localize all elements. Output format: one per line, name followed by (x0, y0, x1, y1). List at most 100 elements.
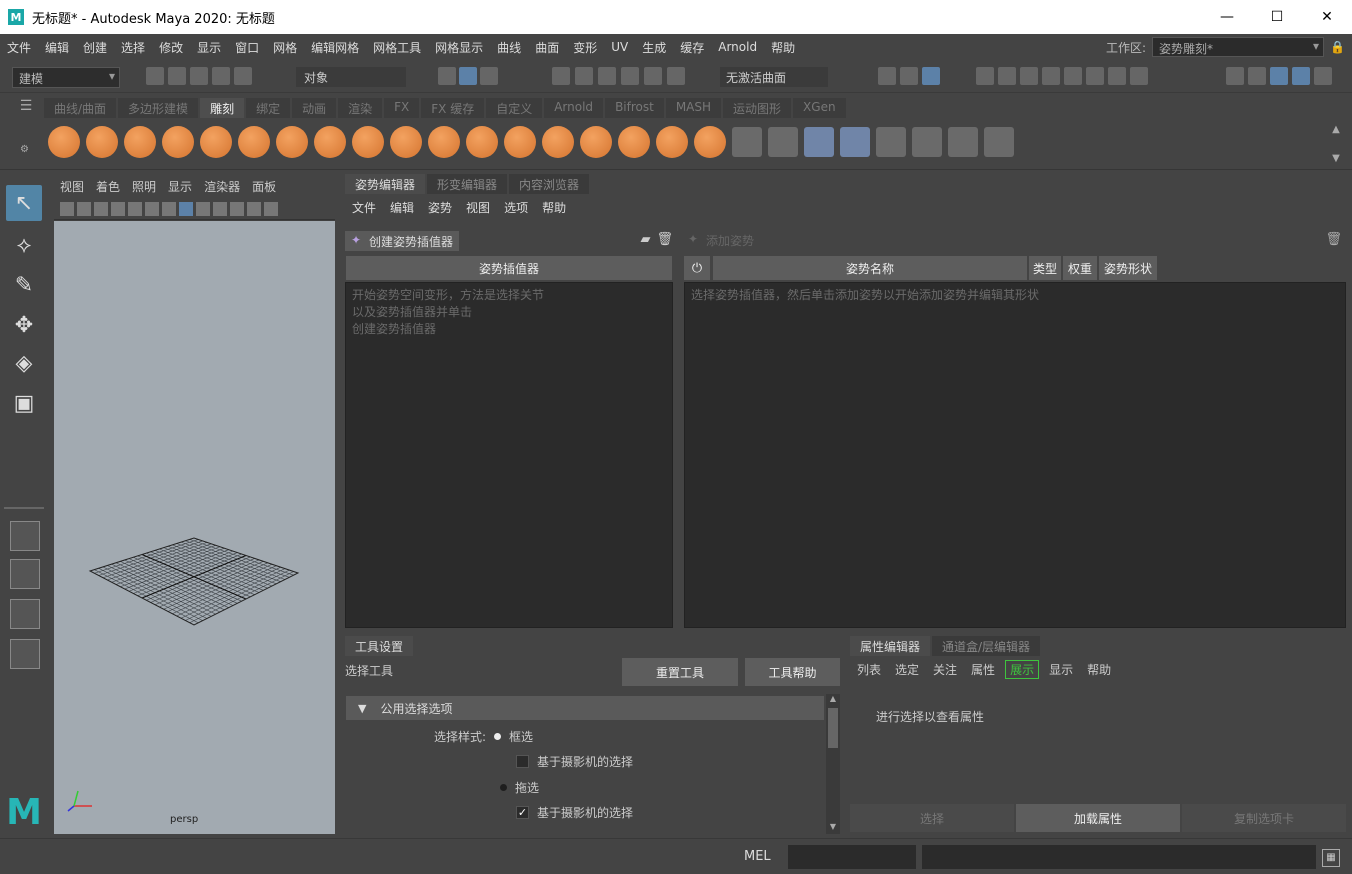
pe-menu-view[interactable]: 视图 (459, 199, 497, 216)
pe-menu-edit[interactable]: 编辑 (383, 199, 421, 216)
menu-help[interactable]: 帮助 (764, 39, 802, 56)
camera-attributes-icon[interactable] (77, 201, 91, 216)
grease-pencil-icon[interactable] (128, 201, 142, 216)
tool-settings-scrollbar[interactable]: ▲ ▼ (826, 694, 840, 834)
spray-tool-icon[interactable] (314, 126, 346, 158)
snap-pivot-icon[interactable] (667, 67, 685, 85)
selection-mode-field[interactable]: 对象 (296, 67, 406, 87)
knife-tool-icon[interactable] (542, 126, 574, 158)
object-mode-icon[interactable] (459, 67, 477, 85)
add-pose-button[interactable]: ✦ 添加姿势 (684, 230, 760, 251)
hierarchy-mode-icon[interactable] (438, 67, 456, 85)
snap-grid-icon[interactable] (552, 67, 570, 85)
menu-edit-mesh[interactable]: 编辑网格 (304, 39, 366, 56)
interpolator-column-header[interactable]: 姿势插值器 (346, 256, 672, 280)
load-attributes-button[interactable]: 加载属性 (1016, 804, 1180, 832)
shelf-tab-fx[interactable]: FX (384, 98, 420, 118)
menu-uv[interactable]: UV (604, 40, 635, 54)
tool-help-button[interactable]: 工具帮助 (745, 658, 840, 686)
lights-icon[interactable] (230, 201, 244, 216)
vp-menu-lighting[interactable]: 照明 (126, 178, 162, 195)
shelf-tab-motion-graphics[interactable]: 运动图形 (723, 98, 792, 118)
menu-create[interactable]: 创建 (76, 39, 114, 56)
mesh-dot-icon[interactable] (732, 127, 762, 157)
copy-tab-button[interactable]: 复制选项卡 (1182, 804, 1346, 832)
menu-cache[interactable]: 缓存 (673, 39, 711, 56)
column-pose-name[interactable]: 姿势名称 (713, 256, 1027, 280)
shelf-tab-sculpting[interactable]: 雕刻 (200, 98, 245, 118)
relax-tool-icon[interactable] (124, 126, 156, 158)
shelf-tab-custom[interactable]: 自定义 (486, 98, 543, 118)
menu-curves[interactable]: 曲线 (490, 39, 528, 56)
open-scene-icon[interactable] (168, 67, 186, 85)
textured-icon[interactable] (213, 201, 227, 216)
menu-windows[interactable]: 窗口 (228, 39, 266, 56)
menu-display[interactable]: 显示 (190, 39, 228, 56)
outliner-layout-icon[interactable] (10, 639, 40, 669)
vp-menu-shading[interactable]: 着色 (90, 178, 126, 195)
pe-menu-options[interactable]: 选项 (497, 199, 535, 216)
shelf-options-icon[interactable]: ⚙ (20, 144, 29, 155)
reset-tool-button[interactable]: 重置工具 (622, 658, 738, 686)
snap-point-icon[interactable] (598, 67, 616, 85)
viewport-scene[interactable]: persp (54, 221, 335, 834)
repeat-tool-icon[interactable] (352, 126, 384, 158)
menu-set-dropdown[interactable]: 建模 (12, 67, 120, 88)
eraser-icon[interactable] (984, 127, 1014, 157)
minimize-button[interactable]: — (1202, 0, 1252, 34)
smooth-tool-icon[interactable] (86, 126, 118, 158)
scrape-tool-icon[interactable] (466, 126, 498, 158)
ipr-render-icon[interactable] (1020, 67, 1038, 85)
four-view-layout-icon[interactable] (10, 559, 40, 589)
pose-editor-icon[interactable] (804, 127, 834, 157)
tab-tool-settings[interactable]: 工具设置 (345, 636, 414, 656)
create-pose-interpolator-button[interactable]: ✦ 创建姿势插值器 (345, 231, 460, 251)
light-editor-icon[interactable] (1108, 67, 1126, 85)
script-editor-icon[interactable]: ▦ (1322, 849, 1340, 867)
shelf-tab-arnold[interactable]: Arnold (544, 98, 604, 118)
vp-menu-renderer[interactable]: 渲染器 (198, 178, 246, 195)
menu-mesh[interactable]: 网格 (266, 39, 304, 56)
pe-menu-file[interactable]: 文件 (345, 199, 383, 216)
input-ops-icon[interactable] (878, 67, 896, 85)
menu-edit[interactable]: 编辑 (38, 39, 76, 56)
snap-surface-icon[interactable] (644, 67, 662, 85)
tab-attribute-editor[interactable]: 属性编辑器 (850, 636, 931, 656)
isolate-icon[interactable] (264, 201, 278, 216)
sculpt-layer-icon[interactable] (876, 127, 906, 157)
tab-pose-editor[interactable]: 姿势编辑器 (345, 174, 426, 194)
shelf-scroll[interactable]: ▲ ▼ (1330, 124, 1342, 164)
stamp-icon[interactable] (768, 127, 798, 157)
shape-editor-icon[interactable] (840, 127, 870, 157)
output-ops-icon[interactable] (900, 67, 918, 85)
flatten-tool-icon[interactable] (238, 126, 270, 158)
drag-radio[interactable] (500, 784, 507, 791)
shelf-tab-fx-caching[interactable]: FX 缓存 (421, 98, 485, 118)
fill-tool-icon[interactable] (504, 126, 536, 158)
redo-icon[interactable] (234, 67, 252, 85)
tab-shape-editor[interactable]: 形变编辑器 (427, 174, 508, 194)
live-surface-field[interactable]: 无激活曲面 (720, 67, 828, 87)
channel-box-toggle-icon[interactable] (1314, 67, 1332, 85)
column-type[interactable]: 类型 (1029, 256, 1061, 280)
vp-menu-panels[interactable]: 面板 (246, 178, 282, 195)
blend-shape-icon[interactable] (912, 127, 942, 157)
select-button[interactable]: 选择 (850, 804, 1014, 832)
scale-tool-icon[interactable]: ▣ (6, 385, 42, 421)
bulge-tool-icon[interactable] (618, 126, 650, 158)
menu-modify[interactable]: 修改 (152, 39, 190, 56)
move-tool-icon[interactable]: ✥ (6, 307, 42, 343)
scroll-up-icon[interactable]: ▲ (826, 694, 840, 706)
menu-deform[interactable]: 变形 (566, 39, 604, 56)
select-tool-icon[interactable]: ↖ (6, 185, 42, 221)
shelf-tab-xgen[interactable]: XGen (793, 98, 846, 118)
shelf-tab-rigging[interactable]: 绑定 (246, 98, 291, 118)
pose-list[interactable]: 选择姿势插值器，然后单击添加姿势以开始添加姿势并编辑其形状 (684, 282, 1346, 628)
bookmark-icon[interactable] (94, 201, 108, 216)
paint-select-tool-icon[interactable]: ✎ (6, 267, 42, 303)
command-input[interactable] (788, 845, 916, 869)
render-settings-icon[interactable] (1042, 67, 1060, 85)
shelf-tab-animation[interactable]: 动画 (292, 98, 337, 118)
common-selection-options-header[interactable]: ▼ 公用选择选项 (346, 696, 824, 720)
wireframe-icon[interactable] (179, 201, 193, 216)
